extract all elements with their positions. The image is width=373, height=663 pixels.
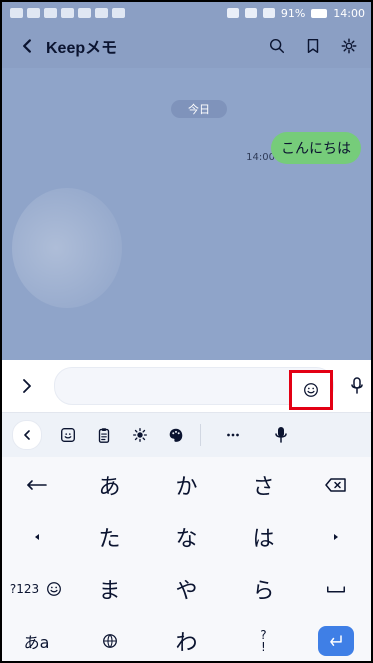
arrow-left-icon [26, 480, 47, 490]
enter-key-bg [318, 626, 355, 656]
bookmark-button[interactable] [301, 34, 325, 58]
punctuation-key[interactable]: ? ! [225, 616, 302, 661]
enter-icon [330, 635, 343, 646]
chevron-left-icon [24, 430, 30, 440]
keyboard-row-4: あa わ ? ! [2, 615, 371, 661]
chevron-right-icon [23, 379, 31, 393]
keyboard-toolbar [2, 413, 371, 457]
triangle-left-icon [34, 534, 39, 540]
voice-input-button[interactable] [263, 418, 299, 452]
backspace-left-key[interactable] [2, 460, 71, 510]
more-icon [227, 433, 239, 437]
status-icons-left [2, 8, 125, 18]
key-ya[interactable]: や [148, 564, 225, 614]
notification-icon [112, 8, 125, 18]
battery-icon [311, 8, 328, 18]
keyboard-collapse-button[interactable] [12, 420, 42, 450]
message-input-bar [2, 360, 371, 412]
status-bar: 91% 14:00 [2, 2, 371, 24]
background-cloud [12, 188, 122, 308]
date-separator: 今日 [171, 100, 227, 118]
emoji-button[interactable] [289, 370, 333, 410]
header-actions [265, 34, 371, 58]
smiley-icon [47, 582, 62, 596]
delete-key[interactable] [302, 460, 371, 510]
mic-icon [351, 377, 363, 394]
triangle-right-icon [334, 534, 339, 540]
status-icons-right: 91% 14:00 [226, 6, 371, 20]
notification-icon [27, 8, 40, 18]
chevron-left-icon [23, 39, 31, 53]
sticker-button[interactable] [50, 418, 86, 452]
symbols-label: ?123 [9, 582, 40, 596]
clipboard-icon [98, 428, 110, 443]
gear-icon [341, 38, 357, 54]
keyboard-rows: あ か さ た な は ?123 ま や ら あa わ ? ! [2, 459, 371, 661]
symbols-emoji-key[interactable]: ?123 [2, 564, 71, 614]
search-icon [269, 38, 285, 54]
kana-toggle-label: あa [23, 633, 50, 652]
nfc-icon [226, 8, 239, 18]
keyboard-settings-button[interactable] [122, 418, 158, 452]
notification-icon [44, 8, 57, 18]
key-a[interactable]: あ [71, 460, 148, 510]
keyboard-row-3: ?123 ま や ら [2, 563, 371, 615]
toolbar-divider [200, 424, 201, 446]
space-key[interactable] [302, 564, 371, 614]
cursor-right-key[interactable] [302, 512, 371, 562]
globe-icon [102, 634, 117, 648]
key-ka[interactable]: か [148, 460, 225, 510]
mic-icon [275, 427, 287, 443]
notification-icon [61, 8, 74, 18]
sticker-icon [61, 428, 75, 442]
page-title: Keepメモ [46, 40, 118, 57]
settings-button[interactable] [337, 34, 361, 58]
clipboard-button[interactable] [86, 418, 122, 452]
cursor-left-key[interactable] [2, 512, 71, 562]
app-header: Keepメモ [2, 24, 371, 68]
key-ra[interactable]: ら [225, 564, 302, 614]
more-button[interactable] [215, 418, 251, 452]
space-icon [327, 586, 346, 593]
key-sa[interactable]: さ [225, 460, 302, 510]
back-button[interactable] [14, 33, 40, 59]
key-ma[interactable]: ま [71, 564, 148, 614]
key-ta[interactable]: た [71, 512, 148, 562]
punct-bottom-label: ! [261, 640, 266, 654]
language-key[interactable] [71, 616, 148, 661]
gear-icon [133, 428, 147, 442]
smiley-icon [304, 383, 318, 397]
expand-button[interactable] [16, 375, 38, 397]
bookmark-icon [307, 38, 319, 54]
message-bubble[interactable]: こんにちは [271, 132, 361, 164]
message-text: こんにちは [281, 141, 351, 157]
palette-icon [169, 428, 183, 442]
notification-icon [78, 8, 91, 18]
keyboard-row-2: た な は [2, 511, 371, 563]
wifi-icon [244, 8, 257, 18]
key-na[interactable]: な [148, 512, 225, 562]
notification-icon [95, 8, 108, 18]
chat-area: 今日 14:00 こんにちは [2, 68, 371, 360]
message-time: 14:00 [246, 152, 275, 163]
status-time: 14:00 [333, 6, 365, 20]
notification-icon [10, 8, 23, 18]
battery-percent: 91% [280, 6, 306, 20]
kana-toggle-key[interactable]: あa [2, 616, 71, 661]
keyboard-row-1: あ か さ [2, 459, 371, 511]
mic-button[interactable] [346, 375, 368, 397]
backspace-icon [325, 478, 347, 492]
key-wa[interactable]: わ [148, 616, 225, 661]
keyboard: あ か さ た な は ?123 ま や ら あa わ ? ! [2, 412, 371, 661]
enter-key[interactable] [302, 616, 371, 661]
phone-screen: 91% 14:00 Keepメモ 今日 14:00 こんにちは あ か さ た … [0, 0, 373, 663]
key-ha[interactable]: は [225, 512, 302, 562]
message-input[interactable] [54, 367, 334, 410]
battery-saver-icon [262, 8, 275, 18]
search-button[interactable] [265, 34, 289, 58]
theme-button[interactable] [158, 418, 194, 452]
